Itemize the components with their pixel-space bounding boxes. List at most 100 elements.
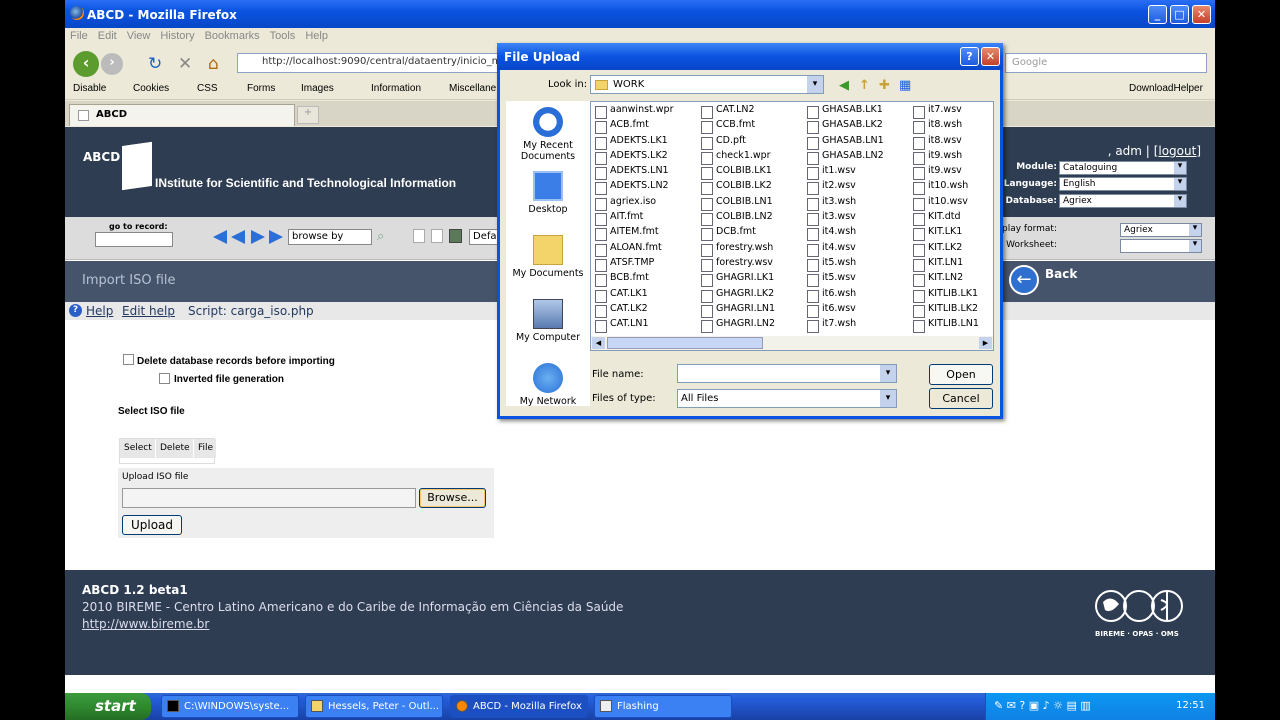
file-item[interactable]: forestry.wsv xyxy=(699,257,803,273)
file-item[interactable]: ATSF.TMP xyxy=(593,257,697,273)
file-item[interactable]: KIT.LK1 xyxy=(911,226,993,242)
file-item[interactable]: KITLIB.LK2 xyxy=(911,303,993,319)
menu-help[interactable]: Help xyxy=(300,28,333,44)
delete-records-checkbox[interactable] xyxy=(123,354,134,365)
file-item[interactable]: it7.wsh xyxy=(805,318,909,334)
file-item[interactable]: it7.wsv xyxy=(911,104,993,120)
file-item[interactable]: KITLIB.LN1 xyxy=(911,318,993,334)
stop-icon[interactable]: ✕ xyxy=(178,54,192,74)
downloadhelper-button[interactable]: DownloadHelper xyxy=(1129,83,1203,94)
url-input[interactable]: http://localhost:9090/central/dataentry/… xyxy=(237,53,507,73)
file-item[interactable]: CAT.LK2 xyxy=(593,303,697,319)
file-item[interactable]: it4.wsh xyxy=(805,226,909,242)
file-item[interactable]: GHASAB.LK1 xyxy=(805,104,909,120)
file-item[interactable]: it8.wsh xyxy=(911,119,993,135)
last-record-icon[interactable] xyxy=(269,230,283,244)
file-item[interactable]: it5.wsh xyxy=(805,257,909,273)
menu-edit[interactable]: Edit xyxy=(93,28,122,44)
taskbar-item-firefox[interactable]: ABCD - Mozilla Firefox xyxy=(450,695,588,718)
place-recent[interactable]: My Recent Documents xyxy=(506,107,590,162)
dialog-help-button[interactable]: ? xyxy=(960,47,979,66)
file-item[interactable]: CAT.LN1 xyxy=(593,318,697,334)
file-item[interactable]: ADEKTS.LK1 xyxy=(593,135,697,150)
back-icon[interactable]: ◀ xyxy=(839,78,849,93)
up-folder-icon[interactable]: ↑ xyxy=(859,78,870,93)
file-item[interactable]: KIT.LN1 xyxy=(911,257,993,273)
file-item[interactable]: ADEKTS.LN2 xyxy=(593,180,697,196)
back-link[interactable]: Back xyxy=(1045,267,1077,281)
file-item[interactable]: GHAGRI.LK1 xyxy=(699,272,803,288)
taskbar-item-cmd[interactable]: C:\WINDOWS\syste... xyxy=(161,695,299,718)
file-item[interactable]: ALOAN.fmt xyxy=(593,242,697,257)
menu-file[interactable]: File xyxy=(65,28,93,44)
file-item[interactable]: it1.wsv xyxy=(805,165,909,181)
file-item[interactable]: ADEKTS.LN1 xyxy=(593,165,697,181)
filename-input[interactable]: ▾ xyxy=(677,364,897,383)
minimize-button[interactable]: _ xyxy=(1148,5,1167,24)
new-folder-icon[interactable]: ✚ xyxy=(879,78,890,93)
devbar-cookies[interactable]: Cookies xyxy=(133,83,169,94)
search-input[interactable]: Google xyxy=(1005,53,1207,73)
copy-record-icon[interactable] xyxy=(431,229,443,243)
file-item[interactable]: CAT.LK1 xyxy=(593,288,697,303)
upload-button[interactable]: Upload xyxy=(122,515,182,535)
file-item[interactable]: COLBIB.LK1 xyxy=(699,165,803,181)
file-item[interactable]: DCB.fmt xyxy=(699,226,803,242)
tab-abcd[interactable]: ABCD xyxy=(69,104,295,126)
devbar-miscellaneous[interactable]: Miscellane xyxy=(449,83,496,94)
display-format-select[interactable]: Agriex xyxy=(1120,223,1202,237)
file-item[interactable]: GHASAB.LN1 xyxy=(805,135,909,150)
devbar-information[interactable]: Information xyxy=(371,83,421,94)
maximize-button[interactable]: □ xyxy=(1170,5,1189,24)
scroll-left-icon[interactable]: ◀ xyxy=(592,337,605,349)
file-item[interactable]: COLBIB.LN1 xyxy=(699,196,803,212)
goto-record-input[interactable] xyxy=(95,232,173,247)
file-item[interactable]: agriex.iso xyxy=(593,196,697,212)
file-item[interactable]: it4.wsv xyxy=(805,242,909,257)
worksheet-select[interactable] xyxy=(1120,239,1202,253)
new-record-icon[interactable] xyxy=(413,229,425,243)
next-record-icon[interactable] xyxy=(251,230,265,244)
horizontal-scrollbar[interactable]: ◀ ▶ xyxy=(591,336,993,350)
back-icon[interactable]: ← xyxy=(1009,265,1039,295)
file-item[interactable]: it10.wsh xyxy=(911,180,993,196)
file-item[interactable]: COLBIB.LN2 xyxy=(699,211,803,227)
file-item[interactable]: GHAGRI.LK2 xyxy=(699,288,803,303)
file-item[interactable]: it10.wsv xyxy=(911,196,993,212)
file-item[interactable]: AIT.fmt xyxy=(593,211,697,227)
file-item[interactable]: COLBIB.LK2 xyxy=(699,180,803,196)
devbar-forms[interactable]: Forms xyxy=(247,83,275,94)
file-item[interactable]: forestry.wsh xyxy=(699,242,803,257)
scroll-thumb[interactable] xyxy=(607,337,763,349)
place-my-network[interactable]: My Network xyxy=(506,363,590,407)
menu-view[interactable]: View xyxy=(122,28,156,44)
file-item[interactable]: KITLIB.LK1 xyxy=(911,288,993,303)
file-item[interactable]: aanwinst.wpr xyxy=(593,104,697,120)
cancel-button[interactable]: Cancel xyxy=(929,388,993,409)
file-item[interactable]: KIT.LK2 xyxy=(911,242,993,257)
database-select[interactable]: Agriex xyxy=(1059,194,1187,208)
file-item[interactable]: it3.wsv xyxy=(805,211,909,227)
devbar-disable[interactable]: Disable xyxy=(73,83,106,94)
devbar-css[interactable]: CSS xyxy=(197,83,218,94)
file-item[interactable]: GHAGRI.LN2 xyxy=(699,318,803,334)
devbar-images[interactable]: Images xyxy=(301,83,334,94)
file-item[interactable]: CD.pft xyxy=(699,135,803,150)
search-icon[interactable]: ⌕ xyxy=(377,229,384,244)
edit-help-link[interactable]: Edit help xyxy=(122,304,175,318)
language-select[interactable]: English xyxy=(1059,177,1187,191)
close-window-button[interactable]: ✕ xyxy=(1192,5,1211,24)
forward-arrow-icon[interactable]: › xyxy=(101,53,123,75)
file-item[interactable]: it6.wsh xyxy=(805,288,909,303)
place-my-documents[interactable]: My Documents xyxy=(506,235,590,279)
file-item[interactable]: KIT.dtd xyxy=(911,211,993,227)
place-desktop[interactable]: Desktop xyxy=(506,171,590,215)
file-item[interactable]: CAT.LN2 xyxy=(699,104,803,120)
file-item[interactable]: it2.wsv xyxy=(805,180,909,196)
open-button[interactable]: Open xyxy=(929,364,993,385)
module-select[interactable]: Cataloguing xyxy=(1059,161,1187,175)
inverted-file-checkbox[interactable] xyxy=(159,373,170,384)
scroll-right-icon[interactable]: ▶ xyxy=(979,337,992,349)
menu-bookmarks[interactable]: Bookmarks xyxy=(200,28,265,44)
filetype-select[interactable]: All Files ▾ xyxy=(677,389,897,408)
